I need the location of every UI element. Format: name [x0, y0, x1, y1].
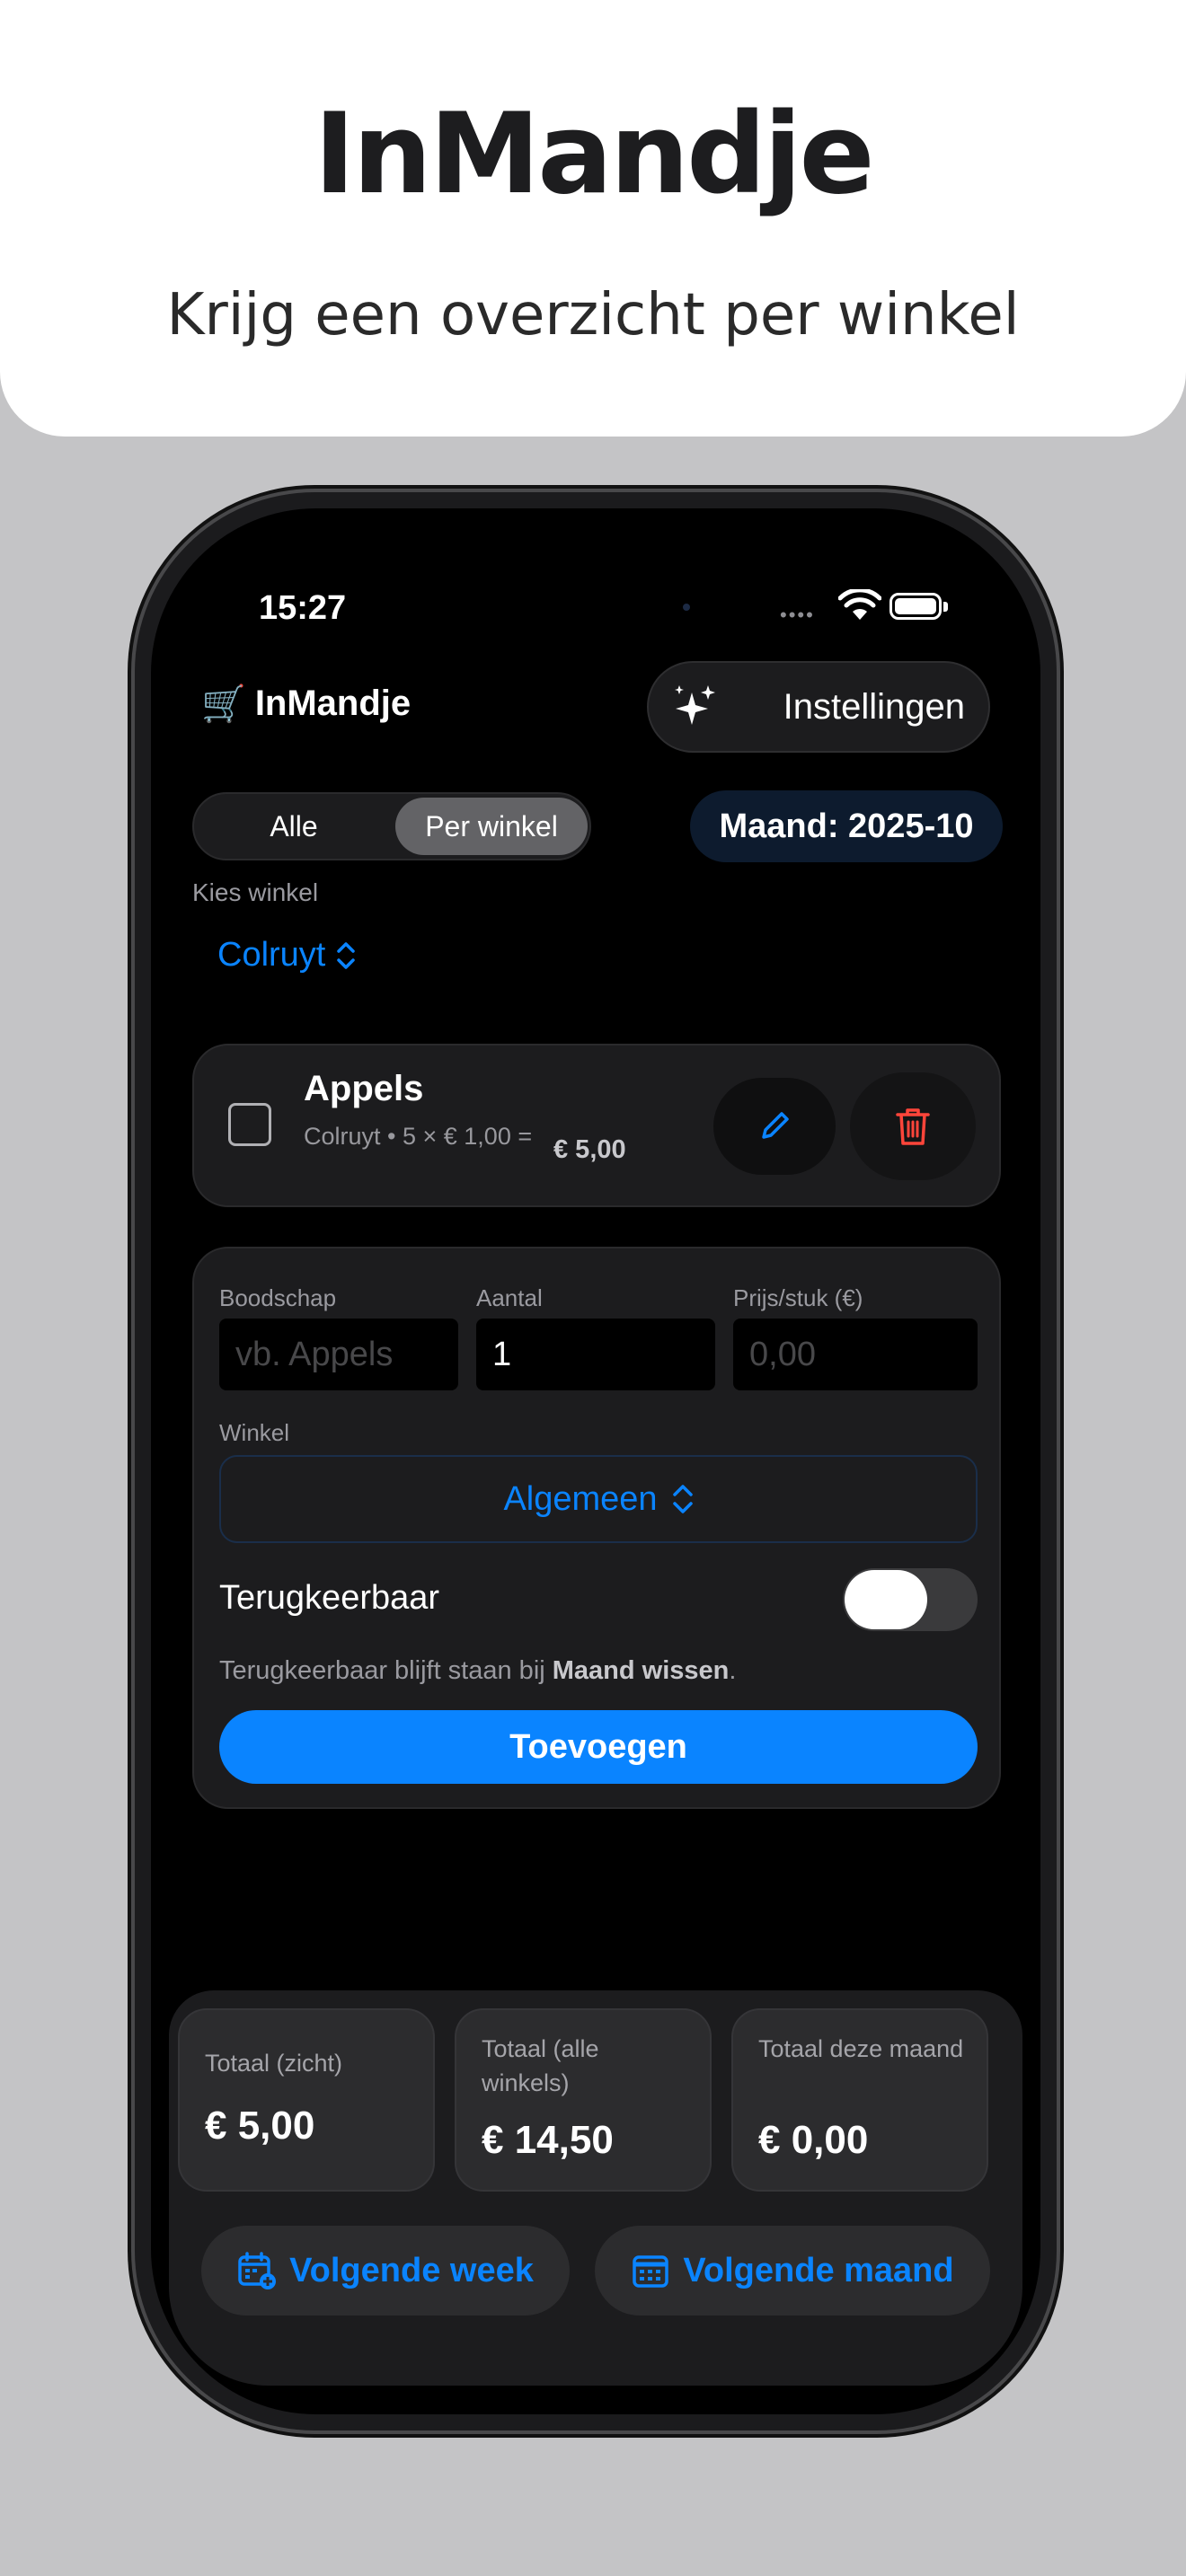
add-item-form: Boodschap vb. Appels Aantal 1 Prijs/stuk…: [192, 1247, 1001, 1809]
calendar-icon: [633, 2255, 669, 2288]
add-button[interactable]: Toevoegen: [219, 1710, 978, 1784]
totals-panel: Totaal (zicht) € 5,00 Totaal (alle winke…: [169, 1990, 1022, 2386]
toggle-knob: [845, 1570, 927, 1629]
battery-icon: [890, 593, 942, 620]
phone-power-button: [1058, 1105, 1063, 1320]
hint-suffix: .: [729, 1656, 737, 1685]
trash-icon: [896, 1108, 930, 1145]
total-all-stores-label: Totaal (alle winkels): [482, 2035, 599, 2096]
store-select-value: Algemeen: [503, 1479, 658, 1518]
camera-dot: [683, 604, 690, 611]
hint-prefix: Terugkeerbaar blijft staan bij: [219, 1656, 553, 1685]
calendar-plus-icon: [238, 2252, 277, 2289]
price-field-label: Prijs/stuk (€): [733, 1284, 863, 1311]
settings-button[interactable]: Instellingen: [647, 661, 990, 753]
recurring-toggle[interactable]: [843, 1568, 978, 1631]
app-title-label: InMandje: [254, 684, 412, 723]
delete-button[interactable]: [850, 1072, 976, 1180]
store-picker[interactable]: Colruyt: [217, 936, 356, 975]
app-title: 🛒 InMandje: [201, 683, 411, 725]
recurring-hint: Terugkeerbaar blijft staan bij Maand wis…: [219, 1656, 736, 1686]
hero-subtitle: Krijg een overzicht per winkel: [166, 282, 1020, 348]
next-month-label: Volgende maand: [683, 2251, 954, 2289]
price-input[interactable]: 0,00: [733, 1319, 978, 1390]
chevron-up-down-icon: [672, 1485, 693, 1513]
list-item: Appels Colruyt • 5 × € 1,00 = € 5,00: [192, 1044, 1001, 1207]
price-placeholder: 0,00: [749, 1335, 816, 1373]
hint-bold: Maand wissen: [552, 1656, 730, 1685]
total-all-stores-value: € 14,50: [482, 2118, 614, 2162]
item-name: Appels: [304, 1069, 424, 1108]
store-picker-label: Kies winkel: [192, 878, 319, 906]
item-name-input[interactable]: vb. Appels: [219, 1319, 458, 1390]
month-badge[interactable]: Maand: 2025-10: [690, 790, 1003, 862]
item-field-label: Boodschap: [219, 1284, 337, 1311]
quantity-value: 1: [492, 1335, 512, 1373]
phone-volume-up: [128, 1051, 134, 1186]
hero-title: InMandje: [314, 90, 874, 219]
total-month-label: Totaal deze maand: [758, 2035, 964, 2062]
battery-tip: [943, 602, 948, 612]
segment-per-store[interactable]: Per winkel: [395, 798, 588, 855]
cart-icon: 🛒: [201, 684, 246, 724]
recurring-label: Terugkeerbaar: [219, 1579, 440, 1617]
sparkles-icon: [675, 685, 715, 725]
edit-button[interactable]: [713, 1078, 836, 1175]
total-month-value: € 0,00: [758, 2118, 869, 2162]
item-detail: Colruyt • 5 × € 1,00 =: [304, 1123, 533, 1150]
item-name-placeholder: vb. Appels: [235, 1335, 394, 1373]
view-segmented-control[interactable]: Alle Per winkel: [192, 792, 591, 860]
quantity-field-label: Aantal: [476, 1284, 543, 1311]
settings-label: Instellingen: [783, 686, 965, 727]
phone-volume-down: [128, 1231, 134, 1365]
total-all-stores-card: Totaal (alle winkels) € 14,50: [455, 2008, 712, 2192]
quantity-input[interactable]: 1: [476, 1319, 715, 1390]
cellular-signal-icon: ••••: [780, 604, 815, 626]
total-month-card: Totaal deze maand € 0,00: [731, 2008, 988, 2192]
item-checkbox[interactable]: [228, 1103, 271, 1146]
next-week-button[interactable]: Volgende week: [201, 2226, 570, 2316]
store-field-label: Winkel: [219, 1419, 290, 1446]
item-total: € 5,00: [553, 1135, 626, 1164]
next-month-button[interactable]: Volgende maand: [595, 2226, 990, 2316]
total-view-card: Totaal (zicht) € 5,00: [178, 2008, 435, 2192]
phone-frame: 15:27 •••• 🛒 InMandje Instellingen Alle …: [135, 492, 1057, 2430]
phone-action-button: [128, 898, 134, 979]
segment-all[interactable]: Alle: [198, 798, 390, 855]
pencil-icon: [762, 1112, 789, 1139]
total-view-value: € 5,00: [205, 2104, 315, 2148]
chevron-up-down-icon: [337, 941, 356, 969]
phone-screen: 15:27 •••• 🛒 InMandje Instellingen Alle …: [151, 508, 1040, 2414]
status-time: 15:27: [259, 589, 347, 627]
hero-banner: InMandje Krijg een overzicht per winkel: [0, 0, 1186, 437]
wifi-icon: [838, 589, 881, 620]
store-select[interactable]: Algemeen: [219, 1455, 978, 1543]
next-week-label: Volgende week: [289, 2251, 534, 2289]
total-view-label: Totaal (zicht): [205, 2050, 343, 2077]
store-picker-value: Colruyt: [217, 936, 326, 974]
